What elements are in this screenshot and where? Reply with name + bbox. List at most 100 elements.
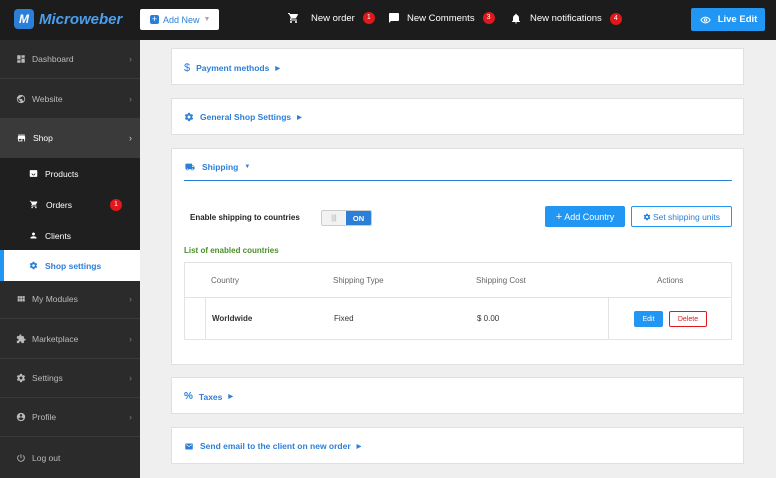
cart-icon [288, 13, 298, 23]
sidebar-item-marketplace[interactable]: Marketplace › [0, 320, 140, 359]
add-new-button[interactable]: + Add New ▼ [140, 9, 219, 30]
delete-button[interactable]: Delete [669, 311, 707, 327]
add-country-label: Add Country [564, 211, 615, 222]
dollar-icon: $ [184, 62, 191, 74]
add-new-label: Add New [163, 14, 200, 25]
user-icon [30, 232, 37, 239]
envelope-icon [185, 443, 193, 449]
cart-icon [29, 200, 38, 209]
new-order-link[interactable]: New order 1 [287, 12, 375, 24]
sidebar-item-label: Dashboard [32, 54, 74, 64]
caret-down-icon: ▼ [244, 164, 251, 170]
new-comments-badge: 3 [482, 12, 495, 24]
logo[interactable]: M Microweber [14, 9, 122, 29]
modules-icon [17, 296, 25, 302]
column-header-country: Country [211, 276, 240, 285]
add-country-button[interactable]: + Add Country [545, 206, 625, 227]
payment-methods-panel[interactable]: $ Payment methods ▶ [171, 48, 744, 85]
taxes-header[interactable]: % Taxes ▶ [184, 391, 233, 402]
set-shipping-units-label: Set shipping units [652, 211, 721, 222]
taxes-panel[interactable]: % Taxes ▶ [171, 377, 744, 414]
new-notifications-label: New notifications [530, 13, 602, 24]
sidebar: Dashboard › Website › Shop › Products Or… [0, 40, 140, 478]
general-shop-settings-panel[interactable]: General Shop Settings ▶ [171, 98, 744, 135]
sidebar-item-website[interactable]: Website › [0, 80, 140, 119]
send-email-panel[interactable]: Send email to the client on new order ▶ [171, 427, 744, 464]
panel-title: Taxes [198, 391, 223, 402]
chevron-right-icon: › [129, 334, 132, 344]
sidebar-subitem-clients[interactable]: Clients [0, 220, 140, 251]
gear-icon [643, 213, 651, 220]
enabled-countries-title: List of enabled countries [184, 246, 279, 255]
puzzle-icon [16, 334, 26, 344]
sidebar-item-dashboard[interactable]: Dashboard › [0, 40, 140, 79]
row-divider [608, 298, 609, 339]
chevron-right-icon: › [129, 294, 132, 304]
sidebar-item-label: Website [32, 94, 63, 104]
chevron-right-icon: › [129, 412, 132, 422]
sidebar-item-label: Shop [33, 133, 53, 143]
gear-icon [16, 373, 26, 383]
panel-title: Shipping [202, 162, 239, 172]
row-divider [205, 298, 206, 339]
chevron-right-icon: › [129, 54, 132, 64]
set-shipping-units-button[interactable]: Set shipping units [631, 206, 732, 227]
sidebar-subitem-shop-settings[interactable]: Shop settings [0, 250, 140, 281]
panel-title: General Shop Settings [200, 112, 292, 122]
truck-icon [185, 163, 195, 171]
chevron-right-icon: › [129, 94, 132, 104]
new-order-badge: 1 [362, 12, 375, 24]
caret-right-icon: ▶ [228, 394, 234, 400]
new-notifications-link[interactable]: New notifications 4 [510, 12, 622, 25]
chevron-right-icon: › [129, 373, 132, 383]
countries-table: Country Shipping Type Shipping Cost Acti… [184, 262, 732, 340]
sidebar-subitem-products[interactable]: Products [0, 158, 140, 189]
comment-icon [389, 13, 399, 23]
orders-count-badge: 1 [110, 198, 122, 211]
new-comments-link[interactable]: New Comments 3 [388, 12, 495, 24]
live-edit-button[interactable]: Live Edit [691, 8, 765, 31]
table-cell-shipping-type: Fixed [334, 314, 354, 323]
live-edit-label: Live Edit [717, 14, 758, 25]
sidebar-item-label: Profile [32, 412, 57, 422]
sidebar-subitem-label: Products [45, 168, 79, 179]
sidebar-item-profile[interactable]: Profile › [0, 398, 140, 437]
caret-right-icon: ▶ [297, 114, 302, 121]
shipping-panel: Shipping ▼ Enable shipping to countries … [171, 148, 744, 365]
bell-icon [512, 13, 520, 24]
enable-shipping-toggle[interactable]: ||| ON [321, 210, 372, 226]
column-header-actions: Actions [657, 276, 684, 285]
main-content: $ Payment methods ▶ General Shop Setting… [140, 40, 776, 478]
general-shop-settings-header[interactable]: General Shop Settings ▶ [184, 112, 302, 122]
sidebar-subitem-label: Shop settings [45, 260, 102, 271]
sidebar-item-my-modules[interactable]: My Modules › [0, 280, 140, 319]
column-header-shipping-cost: Shipping Cost [476, 276, 526, 285]
profile-icon [16, 412, 26, 422]
product-icon [29, 170, 38, 177]
table-cell-country: Worldwide [212, 314, 253, 323]
payment-methods-header[interactable]: $ Payment methods ▶ [184, 62, 280, 74]
sidebar-subitem-orders[interactable]: Orders 1 [0, 189, 140, 220]
sidebar-subitem-label: Orders [46, 199, 72, 210]
new-notifications-badge: 4 [609, 12, 622, 25]
edit-button[interactable]: Edit [634, 311, 663, 327]
enable-shipping-label: Enable shipping to countries [190, 213, 300, 222]
sidebar-item-label: Settings [32, 373, 63, 383]
panel-title: Payment methods [196, 63, 270, 73]
sidebar-item-label: My Modules [32, 294, 78, 304]
sidebar-item-shop[interactable]: Shop › [0, 119, 140, 158]
power-icon [17, 453, 25, 462]
sidebar-subitem-label: Clients [45, 230, 71, 241]
sidebar-item-settings[interactable]: Settings › [0, 359, 140, 398]
shop-icon [17, 134, 26, 142]
send-email-header[interactable]: Send email to the client on new order ▶ [184, 441, 361, 451]
top-bar: M Microweber + Add New ▼ New order 1 New… [0, 0, 776, 40]
shipping-header[interactable]: Shipping ▼ [184, 162, 250, 172]
chevron-down-icon: ▼ [203, 16, 211, 23]
gear-icon [29, 261, 38, 270]
dashboard-icon [17, 55, 25, 63]
microweber-logo-icon: M [14, 9, 34, 29]
eye-icon [700, 16, 711, 23]
globe-icon [16, 94, 26, 104]
sidebar-item-logout[interactable]: Log out [0, 438, 140, 477]
